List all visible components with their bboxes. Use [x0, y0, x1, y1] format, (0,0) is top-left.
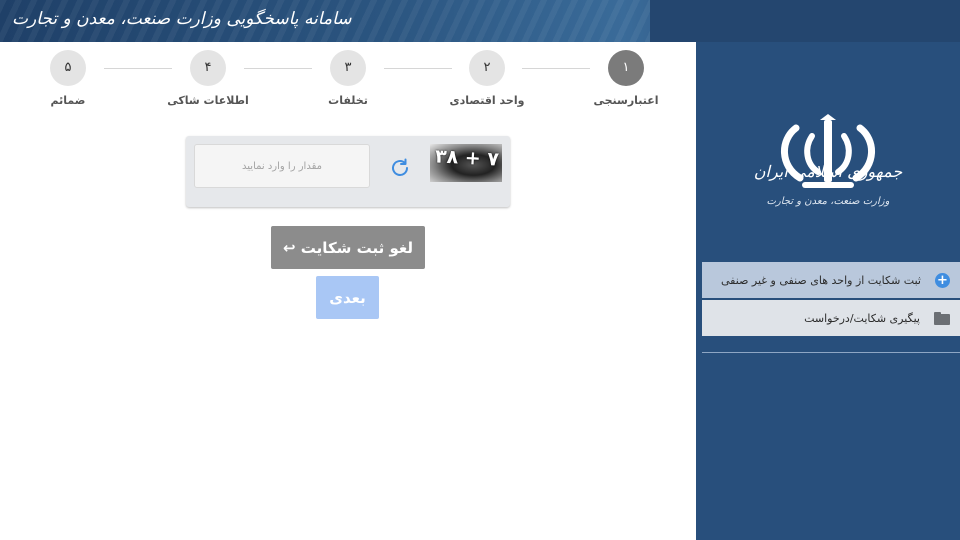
step-number: ۳ — [330, 50, 366, 86]
step-label: اعتبارسنجی — [593, 94, 659, 107]
sidebar-item-track-complaint[interactable]: پیگیری شکایت/درخواست — [702, 300, 960, 336]
sidebar-item-label: پیگیری شکایت/درخواست — [804, 311, 920, 325]
captcha-image: ۳۸ + ۷ — [430, 144, 502, 182]
next-button[interactable]: بعدی — [316, 276, 379, 319]
step-number: ۴ — [190, 50, 226, 86]
step-number: ۱ — [608, 50, 644, 86]
refresh-icon[interactable] — [388, 156, 412, 180]
step-label: واحد اقتصادی — [449, 94, 525, 107]
step-label: اطلاعات شاکی — [167, 94, 249, 107]
step-validation[interactable]: ۱ اعتبارسنجی — [576, 50, 676, 107]
captcha-input[interactable] — [194, 144, 370, 188]
sidebar-item-register-complaint[interactable]: ثبت شکایت از واحد های صنفی و غیر صنفی + — [702, 262, 960, 298]
step-label: تخلفات — [328, 94, 368, 107]
step-number: ۲ — [469, 50, 505, 86]
banner-title: سامانه پاسخگویی وزارت صنعت، معدن و تجارت — [12, 9, 352, 29]
plus-circle-icon: + — [935, 272, 950, 288]
banner-right-panel — [650, 0, 960, 42]
return-arrow-icon: ↩ — [282, 238, 296, 257]
top-banner: سامانه پاسخگویی وزارت صنعت، معدن و تجارت — [0, 0, 960, 42]
cancel-complaint-button[interactable]: لغو ثبت شکایت ↩ — [271, 226, 425, 269]
step-violations[interactable]: ۳ تخلفات — [298, 50, 398, 107]
step-attachments[interactable]: ۵ ضمائم — [18, 50, 118, 107]
sidebar-divider — [702, 352, 960, 353]
step-number: ۵ — [50, 50, 86, 86]
step-economic-unit[interactable]: ۲ واحد اقتصادی — [437, 50, 537, 107]
captcha-box: ۳۸ + ۷ — [186, 136, 510, 207]
captcha-text: ۳۸ + ۷ — [434, 145, 500, 171]
folder-icon — [934, 311, 950, 325]
step-complainant-info[interactable]: ۴ اطلاعات شاکی — [158, 50, 258, 107]
cancel-button-label: لغو ثبت شکایت — [300, 238, 413, 257]
emblem-subtitle: وزارت صنعت، معدن و تجارت — [766, 196, 890, 207]
emblem-title: جمهوری اسلامی ایران — [753, 162, 903, 181]
step-label: ضمائم — [50, 94, 86, 107]
sidebar-item-label: ثبت شکایت از واحد های صنفی و غیر صنفی — [721, 273, 921, 287]
sidebar: جمهوری اسلامی ایران وزارت صنعت، معدن و ت… — [696, 42, 960, 540]
